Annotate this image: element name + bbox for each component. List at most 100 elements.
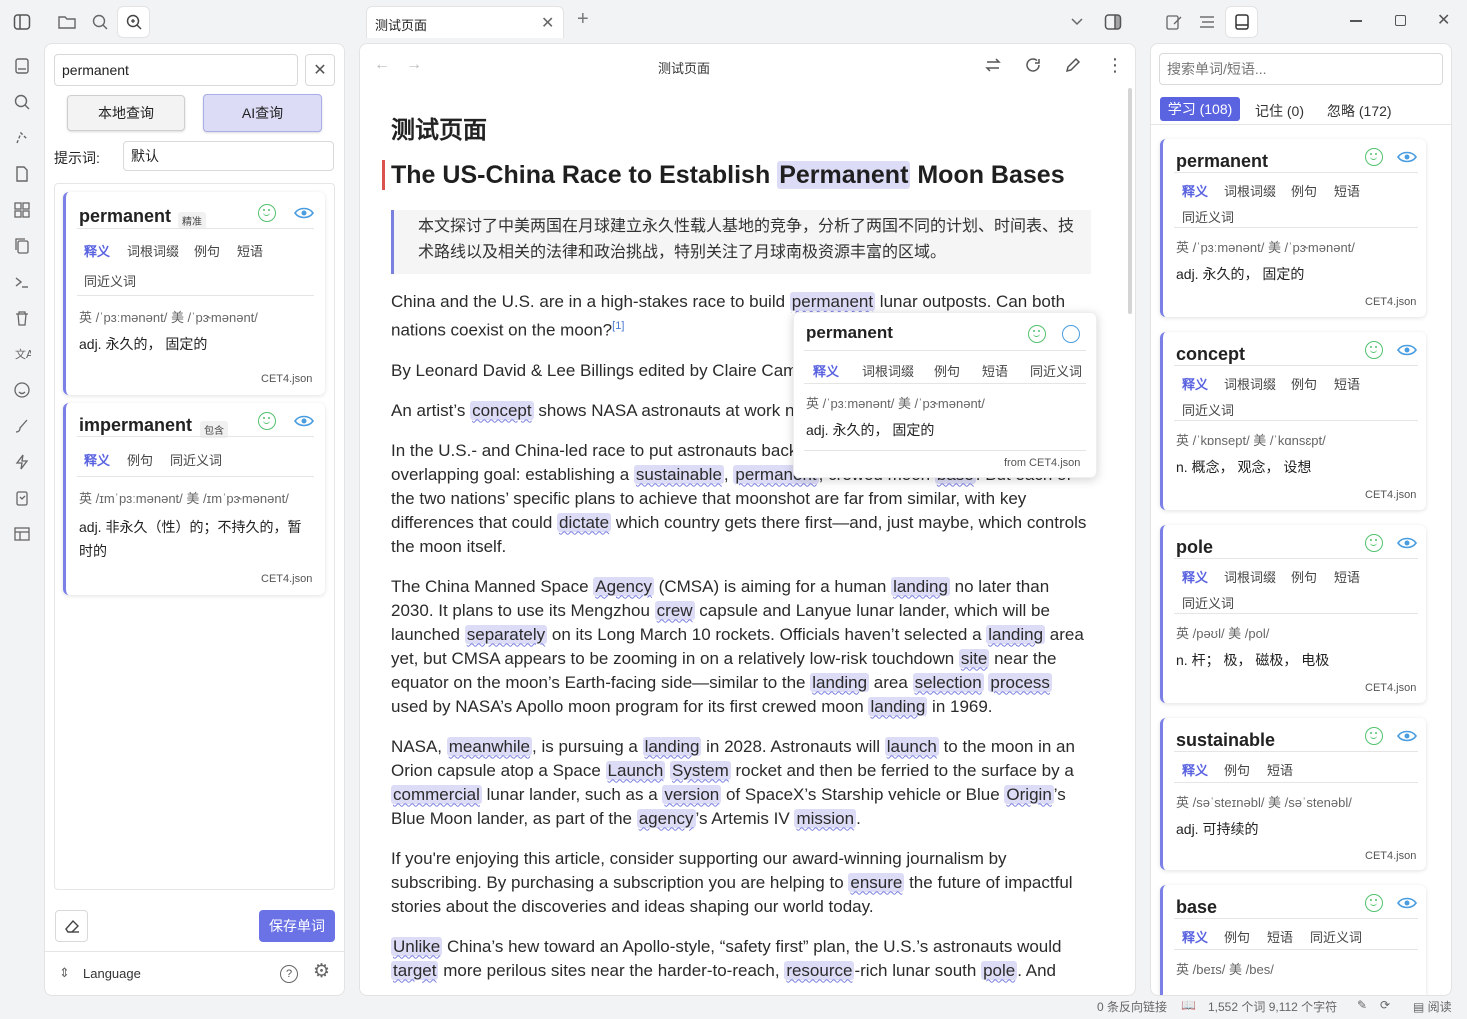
pencil-icon[interactable] (1064, 56, 1082, 74)
tab-examples[interactable]: 例句 (1291, 374, 1317, 393)
smile-icon[interactable] (1365, 727, 1383, 745)
query-input[interactable]: permanent (54, 54, 298, 86)
vocab-card[interactable]: pole 释义 词根词缀 例句 短语 同近义词 英 /pəʊl/ 美 /pol/… (1160, 525, 1426, 703)
highlight-word[interactable]: Permanent (777, 161, 911, 189)
emoji-icon[interactable] (11, 379, 33, 401)
tab-phrases[interactable]: 短语 (982, 361, 1008, 380)
prompt-input[interactable]: 默认 (123, 141, 334, 171)
tab-examples[interactable]: 例句 (1224, 760, 1250, 779)
settings-icon[interactable]: ⚙ (313, 962, 330, 982)
highlight-word[interactable]: permanent (789, 292, 876, 311)
reading-mode[interactable]: ▤ 阅读 (1413, 998, 1452, 1015)
highlight-word[interactable]: commercial (391, 784, 482, 804)
eye-icon[interactable] (1397, 150, 1417, 164)
highlight-word[interactable]: landing (810, 672, 870, 692)
footnote-ref[interactable]: [1] (612, 320, 624, 332)
edit-status-icon[interactable]: ✎ (1357, 998, 1367, 1012)
highlight-word[interactable]: Agency (593, 576, 654, 596)
highlight-word[interactable]: launch (884, 736, 939, 756)
highlight-word[interactable]: landing (891, 576, 950, 596)
tab-phrases[interactable]: 短语 (1334, 567, 1360, 586)
highlight-word[interactable]: separately (464, 624, 548, 644)
tab-synonyms[interactable]: 同近义词 (1182, 593, 1234, 612)
smile-icon[interactable] (1365, 534, 1383, 552)
lightning-icon[interactable] (11, 451, 33, 473)
tab-synonyms[interactable]: 同近义词 (1182, 207, 1234, 226)
tab-examples[interactable]: 例句 (127, 450, 153, 469)
highlight-word[interactable]: selection (912, 672, 984, 692)
eye-icon[interactable] (1397, 343, 1417, 357)
tab-definition[interactable]: 释义 (1182, 374, 1208, 393)
clear-icon[interactable]: ✕ (305, 54, 335, 86)
dictionary-search-icon[interactable] (117, 6, 150, 38)
tab-phrases[interactable]: 短语 (1267, 927, 1293, 946)
tab-definition[interactable]: 释义 (1182, 760, 1208, 779)
highlight-word[interactable]: dictate (557, 512, 612, 532)
chevron-down-icon[interactable] (1066, 11, 1088, 33)
tab-synonyms[interactable]: 同近义词 (1030, 361, 1082, 380)
trash-icon[interactable] (11, 307, 33, 329)
window-close-icon[interactable]: ✕ (1437, 10, 1450, 30)
tab-definition[interactable]: 释义 (1182, 567, 1208, 586)
tab-phrases[interactable]: 短语 (237, 241, 263, 260)
vocab-card[interactable]: base 释义 例句 短语 同近义词 英 /beɪs/ 美 /bes/ (1160, 885, 1426, 995)
tab-definition[interactable]: 释义 (813, 361, 839, 380)
swap-icon[interactable] (984, 56, 1002, 74)
highlight-word[interactable]: process (988, 672, 1052, 692)
tab-synonyms[interactable]: 同近义词 (170, 450, 222, 469)
search-zoom-icon[interactable] (11, 91, 33, 113)
terminal-icon[interactable] (11, 271, 33, 293)
tab-examples[interactable]: 例句 (1291, 181, 1317, 200)
tab-synonyms[interactable]: 同近义词 (1310, 927, 1362, 946)
tab-phrases[interactable]: 短语 (1267, 760, 1293, 779)
highlight-word[interactable]: target (391, 960, 439, 980)
eye-icon[interactable] (294, 206, 314, 220)
tab-learning[interactable]: 学习 (108) (1160, 97, 1240, 121)
backlinks-count[interactable]: 0 条反向链接 (1097, 998, 1167, 1015)
help-icon[interactable]: ? (280, 965, 298, 983)
tab-phrases[interactable]: 短语 (1334, 181, 1360, 200)
highlight-word[interactable]: System (670, 760, 731, 780)
eye-icon[interactable] (1397, 536, 1417, 550)
edit-note-icon[interactable] (1163, 11, 1185, 33)
word-card[interactable]: impermanent 包含 释义 例句 同近义词 英 /ɪmˈpɜːmənən… (63, 403, 325, 595)
tab-roots[interactable]: 词根词缀 (1224, 374, 1276, 393)
back-arrow-icon[interactable]: ← (374, 56, 390, 74)
tab-roots[interactable]: 词根词缀 (862, 361, 914, 380)
more-options-icon[interactable]: ⋮ (1106, 56, 1124, 74)
tab-definition[interactable]: 释义 (84, 241, 110, 260)
smile-icon[interactable] (1365, 341, 1383, 359)
highlight-word[interactable]: landing (642, 736, 702, 756)
sync-status-icon[interactable]: ⟳ (1380, 998, 1390, 1012)
highlight-word[interactable]: sustainable (633, 464, 724, 484)
eraser-icon[interactable] (55, 910, 88, 942)
smile-icon[interactable] (1365, 894, 1383, 912)
save-word-button[interactable]: 保存单词 (259, 910, 335, 942)
tab-synonyms[interactable]: 同近义词 (1182, 400, 1234, 419)
tab-examples[interactable]: 例句 (194, 241, 220, 260)
word-card[interactable]: permanent 精准 释义 词根词缀 例句 短语 同近义词 英 /ˈpɜːm… (63, 192, 325, 395)
tab-examples[interactable]: 例句 (1224, 927, 1250, 946)
maximize-icon[interactable] (1395, 15, 1406, 26)
language-selector[interactable]: Language (83, 966, 141, 981)
local-query-button[interactable]: 本地查询 (67, 95, 185, 131)
folder-icon[interactable] (56, 11, 78, 33)
tab-roots[interactable]: 词根词缀 (127, 241, 179, 260)
highlight-word[interactable]: Unlike (391, 936, 443, 956)
highlight-word[interactable]: site (958, 648, 990, 668)
crosshair-icon[interactable] (1062, 325, 1080, 343)
blocks-icon[interactable] (11, 199, 33, 221)
highlight-word[interactable]: agency (636, 808, 696, 828)
highlight-word[interactable]: ensure (848, 872, 905, 892)
ai-query-button[interactable]: AI查询 (203, 94, 322, 132)
book-icon[interactable] (1225, 6, 1258, 38)
graph-icon[interactable] (11, 127, 33, 149)
tab-active[interactable]: 测试页面 ✕ (366, 6, 564, 38)
translate-icon[interactable]: 文A (11, 343, 33, 365)
right-sidebar-toggle-icon[interactable] (1102, 11, 1124, 33)
highlight-word[interactable]: Launch (605, 760, 666, 780)
highlight-word[interactable]: version (662, 784, 722, 804)
brush-icon[interactable] (11, 415, 33, 437)
tab-definition[interactable]: 释义 (84, 450, 110, 469)
tab-phrases[interactable]: 短语 (1334, 374, 1360, 393)
